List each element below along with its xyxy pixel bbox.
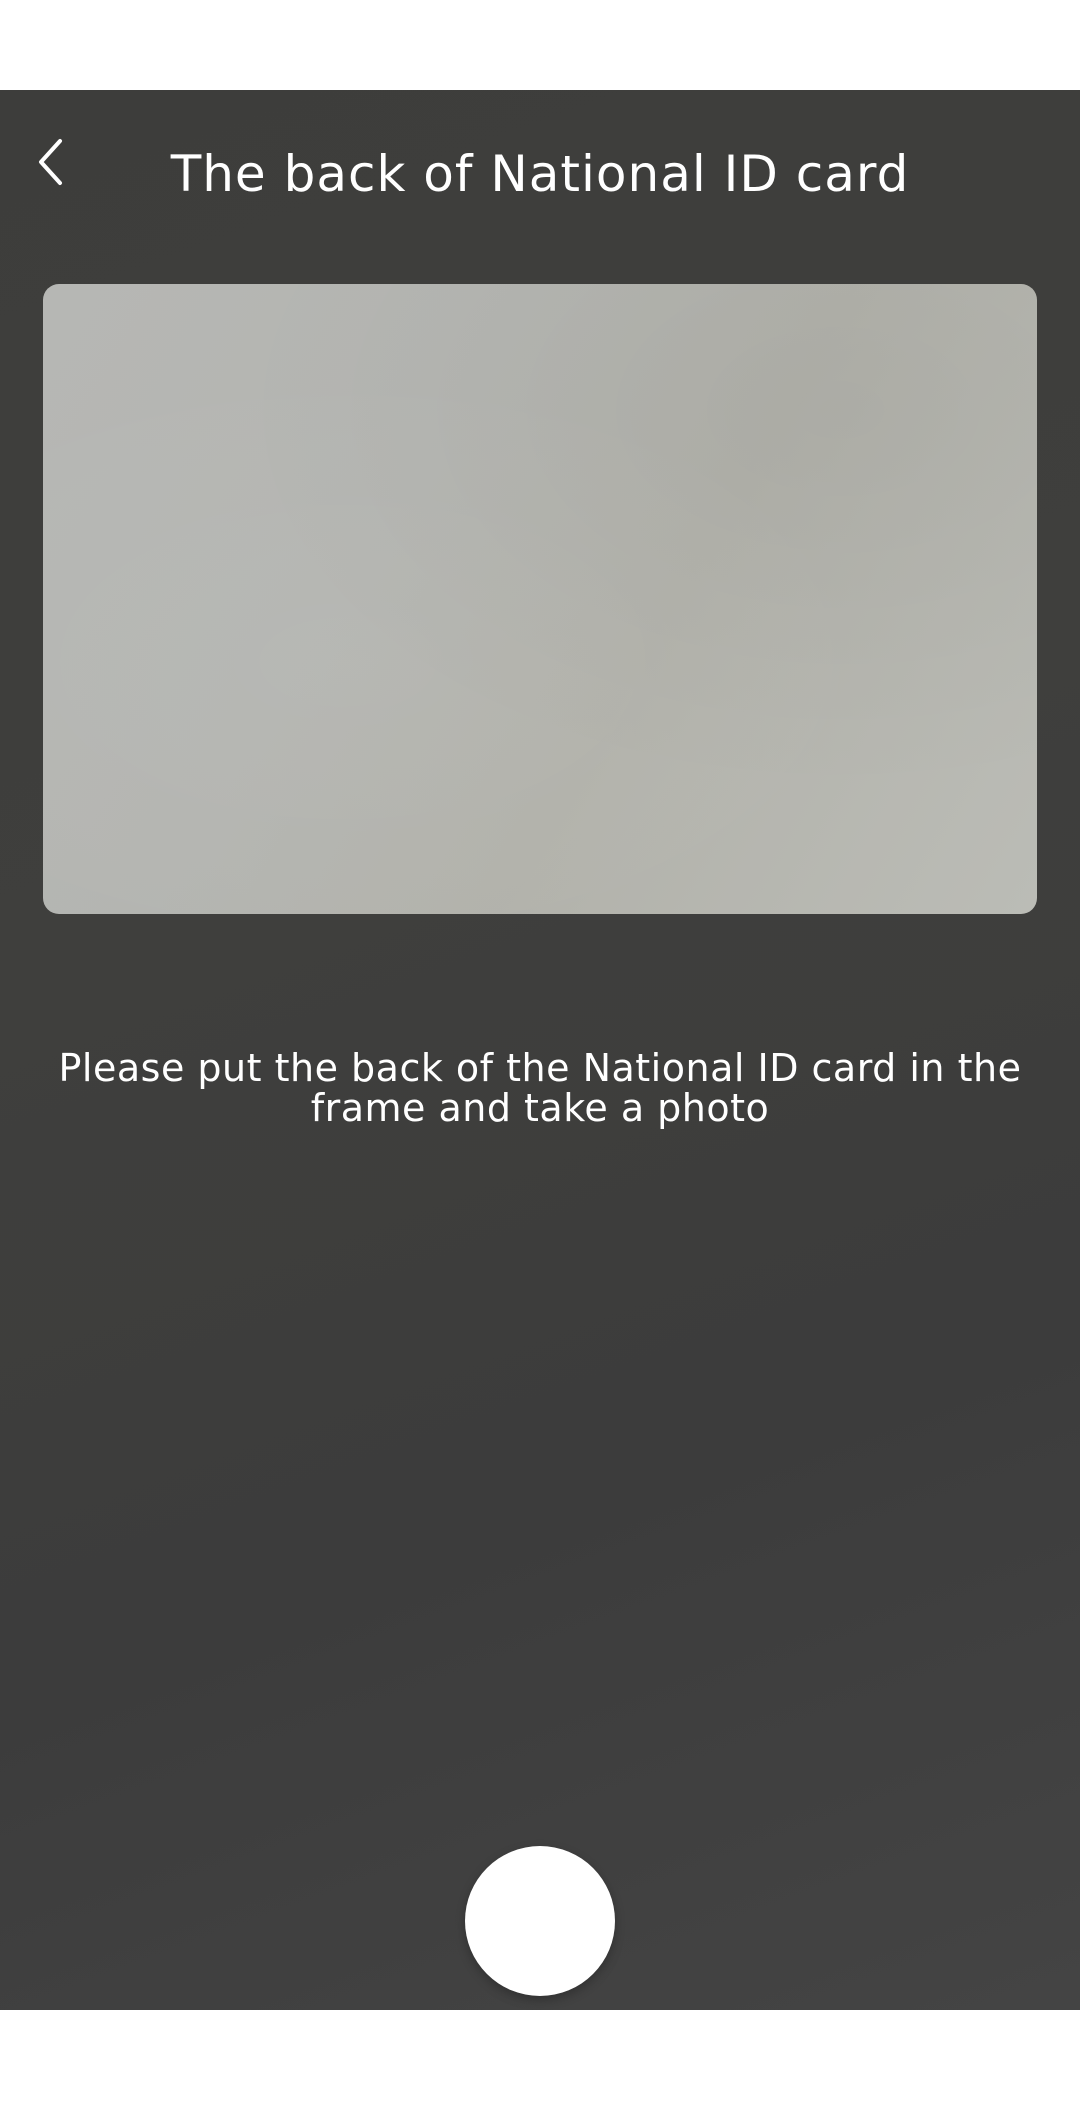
page-title: The back of National ID card: [170, 145, 910, 203]
header: The back of National ID card: [0, 90, 1080, 250]
shutter-button[interactable]: [465, 1846, 615, 1996]
camera-preview: The back of National ID card Please put …: [0, 90, 1080, 2010]
card-frame: [43, 284, 1037, 914]
bottom-area: [0, 2010, 1080, 2112]
status-bar-area: [0, 0, 1080, 90]
instruction-text: Please put the back of the National ID c…: [58, 1046, 1022, 1130]
